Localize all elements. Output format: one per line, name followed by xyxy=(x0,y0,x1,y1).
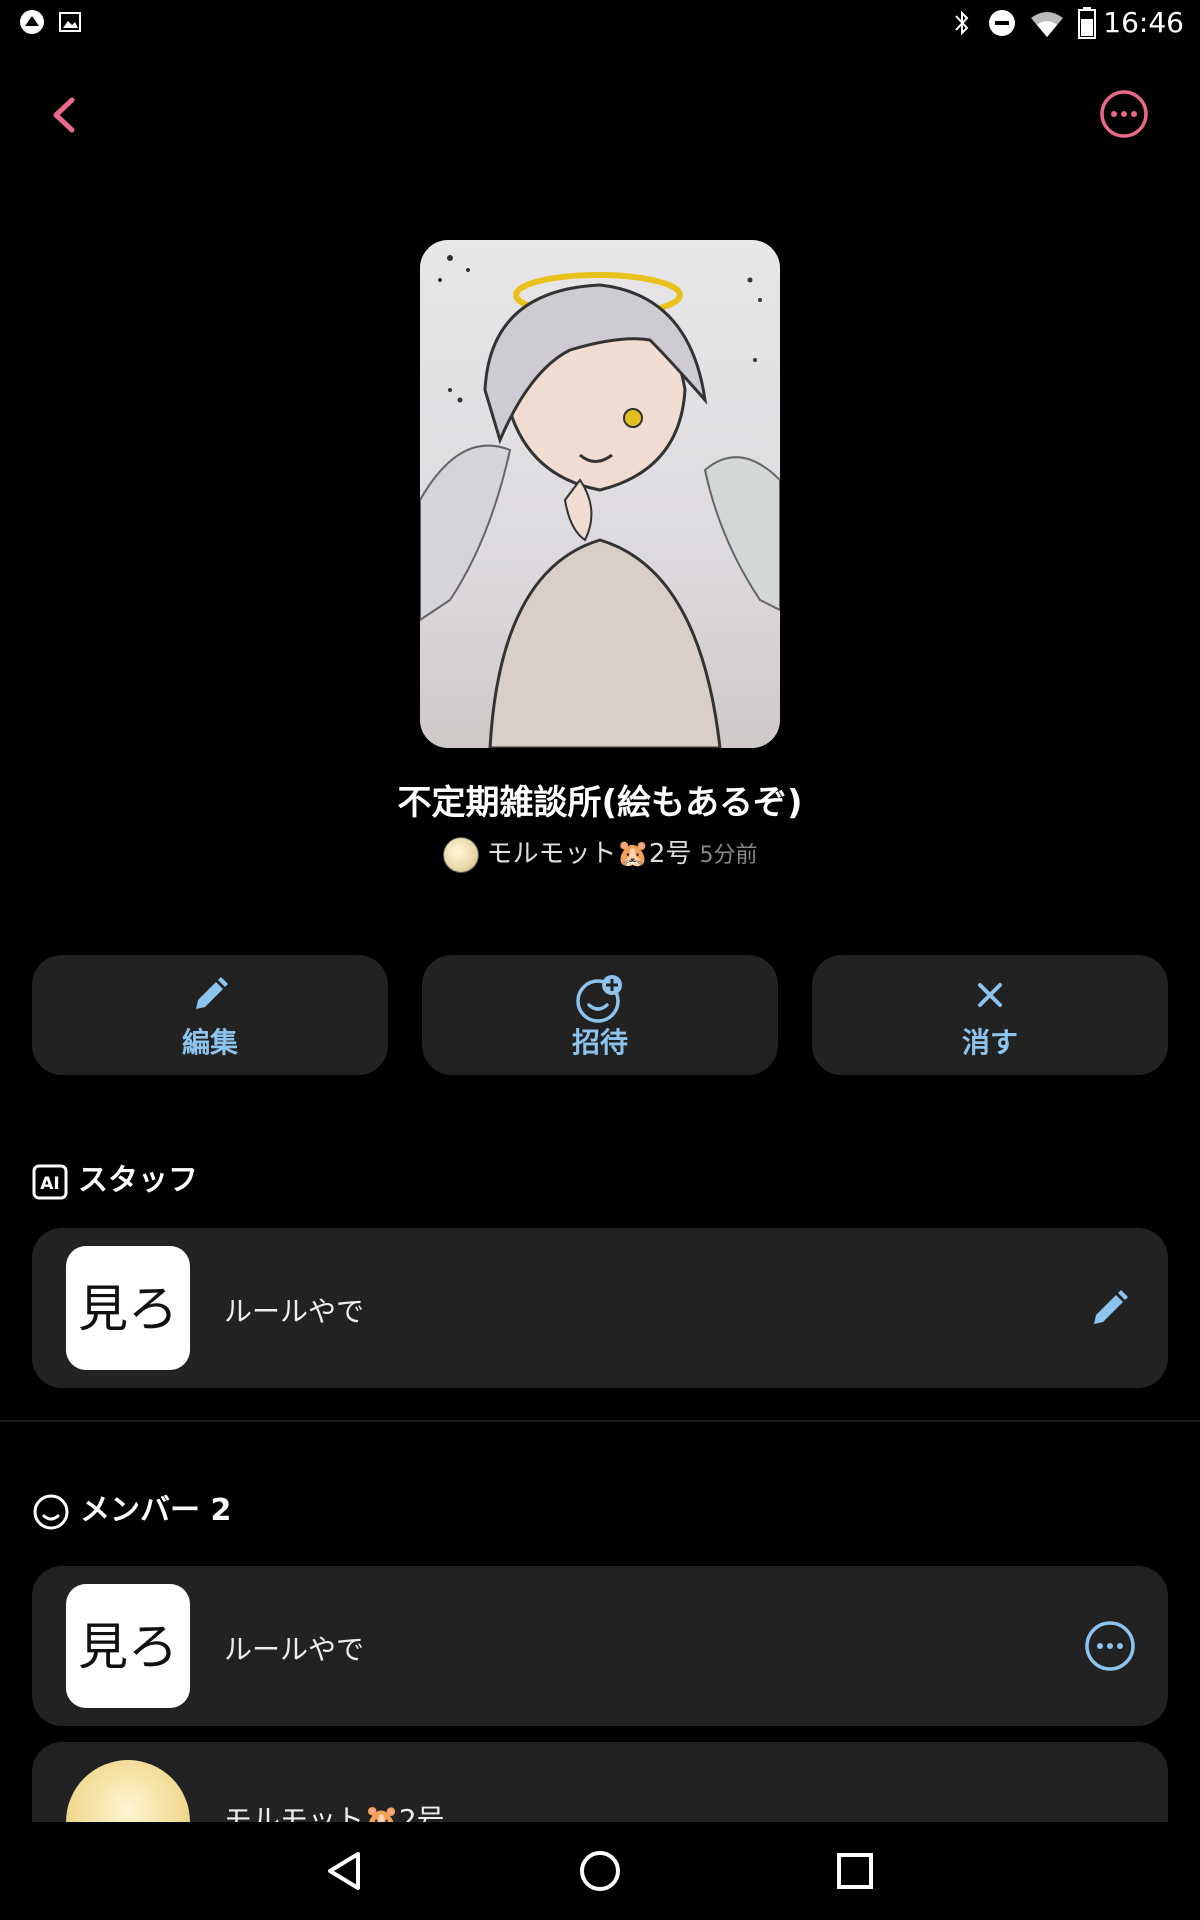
nav-back-button[interactable] xyxy=(320,1846,370,1896)
edit-button-label: 編集 xyxy=(181,1026,238,1059)
close-icon xyxy=(978,983,1002,1007)
staff-item[interactable]: 見ろ ルールやで xyxy=(32,1228,1168,1388)
system-nav-bar xyxy=(0,1822,1200,1920)
handwritten-avatar: 見ろ xyxy=(78,1618,178,1676)
ai-badge-icon: AI xyxy=(32,1164,68,1199)
more-options-button[interactable] xyxy=(1098,88,1150,140)
pencil-icon xyxy=(196,977,228,1009)
svg-text:見ろ: 見ろ xyxy=(78,1618,178,1676)
bluetooth-icon xyxy=(955,10,969,36)
invite-button[interactable]: 招待 xyxy=(422,955,778,1075)
image-notification-icon xyxy=(59,12,81,32)
do-not-disturb-icon xyxy=(989,10,1015,36)
battery-icon xyxy=(1078,7,1096,39)
triangle-back-icon xyxy=(328,1852,360,1890)
app-notification-icon xyxy=(20,10,44,34)
add-person-icon xyxy=(576,975,622,1023)
staff-edit-button[interactable] xyxy=(1082,1280,1138,1336)
status-time: 16:46 xyxy=(1103,6,1184,39)
handwritten-avatar: 見ろ xyxy=(78,1280,178,1338)
members-section-header: メンバー 2 xyxy=(32,1485,231,1531)
staff-section-header: AI スタッフ xyxy=(32,1155,198,1200)
staff-name: ルールやで xyxy=(224,1295,365,1328)
svg-text:AI: AI xyxy=(40,1174,59,1194)
delete-button-label: 消す xyxy=(961,1026,1018,1059)
time-ago: 5分前 xyxy=(699,843,758,868)
more-circle-icon xyxy=(1085,1621,1135,1671)
back-button[interactable] xyxy=(40,90,90,140)
member-more-button[interactable] xyxy=(1082,1618,1138,1674)
more-circle-icon xyxy=(1100,90,1148,138)
staff-avatar: 見ろ xyxy=(66,1246,190,1370)
invite-button-label: 招待 xyxy=(571,1026,628,1059)
smile-icon xyxy=(33,1494,69,1529)
wifi-icon xyxy=(1031,12,1063,37)
host-avatar[interactable] xyxy=(442,836,479,873)
section-divider xyxy=(0,1420,1200,1422)
chat-cover-image[interactable] xyxy=(420,240,780,748)
edit-button[interactable]: 編集 xyxy=(32,955,388,1075)
staff-section-title: スタッフ xyxy=(78,1163,198,1198)
circle-home-icon xyxy=(580,1851,620,1891)
svg-text:見ろ: 見ろ xyxy=(78,1280,178,1338)
host-name[interactable]: モルモット🐹2号 xyxy=(487,839,692,869)
member-avatar: 見ろ xyxy=(66,1584,190,1708)
nav-recents-button[interactable] xyxy=(830,1846,880,1896)
nav-home-button[interactable] xyxy=(575,1846,625,1896)
angel-illustration xyxy=(420,255,780,748)
pencil-icon xyxy=(1094,1290,1128,1324)
status-bar: 16:46 xyxy=(0,0,1200,50)
delete-button[interactable]: 消す xyxy=(812,955,1168,1075)
members-section-title: メンバー 2 xyxy=(80,1493,232,1528)
member-name: ルールやで xyxy=(224,1633,365,1666)
member-item[interactable]: 見ろ ルールやで xyxy=(32,1566,1168,1726)
square-recents-icon xyxy=(837,1853,873,1889)
chevron-left-icon xyxy=(53,97,75,133)
chat-host-line: モルモット🐹2号 5分前 xyxy=(0,833,1200,873)
chat-title: 不定期雑談所(絵もあるぞ) xyxy=(397,783,803,823)
